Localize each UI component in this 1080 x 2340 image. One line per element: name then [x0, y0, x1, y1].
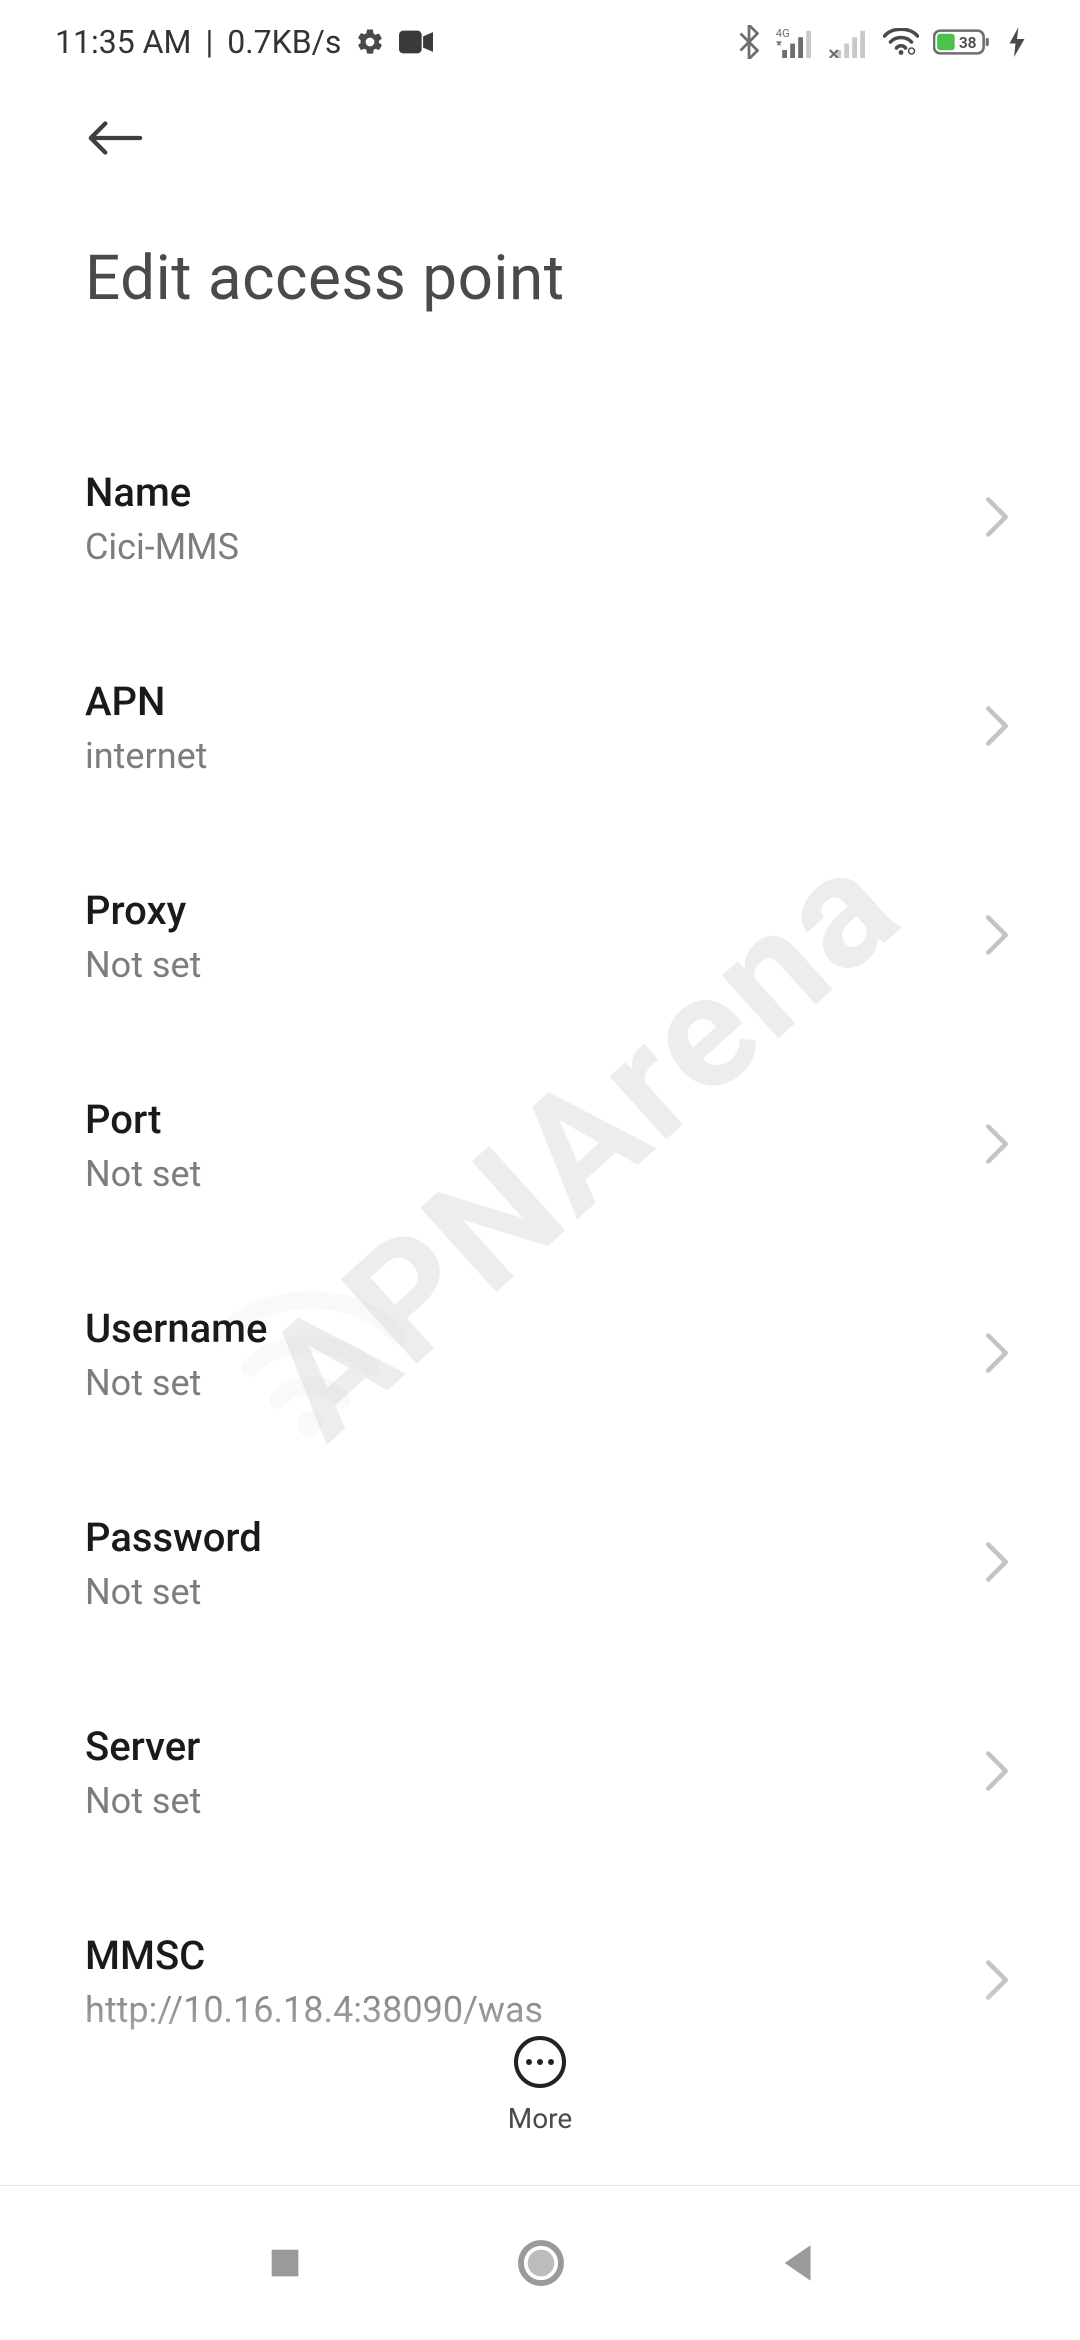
row-value: Not set [85, 1153, 201, 1195]
chevron-right-icon [984, 1959, 1010, 2005]
chevron-right-icon [984, 1332, 1010, 1378]
row-title: Port [85, 1096, 201, 1143]
nav-recents-button[interactable] [265, 2243, 305, 2283]
more-label: More [508, 2102, 573, 2135]
row-title: Password [85, 1514, 262, 1561]
svg-text:4G: 4G [776, 27, 790, 40]
nav-back-button[interactable] [777, 2242, 815, 2284]
row-value: Cici-MMS [85, 526, 239, 568]
row-title: Name [85, 469, 239, 516]
settings-list: Name Cici-MMS APN internet Proxy Not set [0, 315, 1080, 2284]
row-value: internet [85, 735, 207, 777]
row-username[interactable]: Username Not set [85, 1261, 1010, 1448]
battery-icon: 38 [933, 27, 995, 57]
more-dots-icon [514, 2036, 566, 2088]
row-apn[interactable]: APN internet [85, 634, 1010, 821]
row-value: Not set [85, 1362, 267, 1404]
row-title: Server [85, 1723, 201, 1770]
charging-bolt-icon [1009, 27, 1025, 57]
status-time: 11:35 AM [55, 23, 191, 61]
row-value: http://10.16.18.4:38090/was [85, 1989, 543, 2031]
arrow-left-icon [85, 118, 143, 158]
chevron-right-icon [984, 496, 1010, 542]
status-bar: 11:35 AM | 0.7KB/s 4G [0, 0, 1080, 78]
row-server[interactable]: Server Not set [85, 1679, 1010, 1866]
chevron-right-icon [984, 705, 1010, 751]
signal-no-sim-icon [829, 26, 869, 58]
chevron-right-icon [984, 1750, 1010, 1796]
more-button[interactable]: More [0, 2036, 1080, 2135]
signal-4g-icon: 4G [775, 26, 815, 58]
row-value: Not set [85, 944, 201, 986]
page-title: Edit access point [0, 170, 1080, 315]
chevron-right-icon [984, 1123, 1010, 1169]
video-camera-icon [399, 30, 433, 54]
row-title: Proxy [85, 887, 201, 934]
row-title: APN [85, 678, 207, 725]
gear-icon [355, 27, 385, 57]
bluetooth-icon [737, 25, 761, 59]
chevron-right-icon [984, 1541, 1010, 1587]
battery-percent-text: 38 [959, 34, 977, 52]
chevron-right-icon [984, 914, 1010, 960]
row-title: Username [85, 1305, 267, 1352]
row-value: Not set [85, 1571, 262, 1613]
row-password[interactable]: Password Not set [85, 1470, 1010, 1657]
row-proxy[interactable]: Proxy Not set [85, 843, 1010, 1030]
navigation-bar [0, 2185, 1080, 2340]
status-divider: | [205, 23, 213, 61]
row-title: MMSC [85, 1932, 543, 1979]
status-net-speed: 0.7KB/s [227, 23, 341, 61]
row-name[interactable]: Name Cici-MMS [85, 425, 1010, 612]
row-port[interactable]: Port Not set [85, 1052, 1010, 1239]
wifi-icon [883, 28, 919, 56]
row-value: Not set [85, 1780, 201, 1822]
row-title: MMS proxy [85, 2141, 287, 2188]
nav-home-button[interactable] [516, 2238, 566, 2288]
back-button[interactable] [82, 106, 146, 170]
